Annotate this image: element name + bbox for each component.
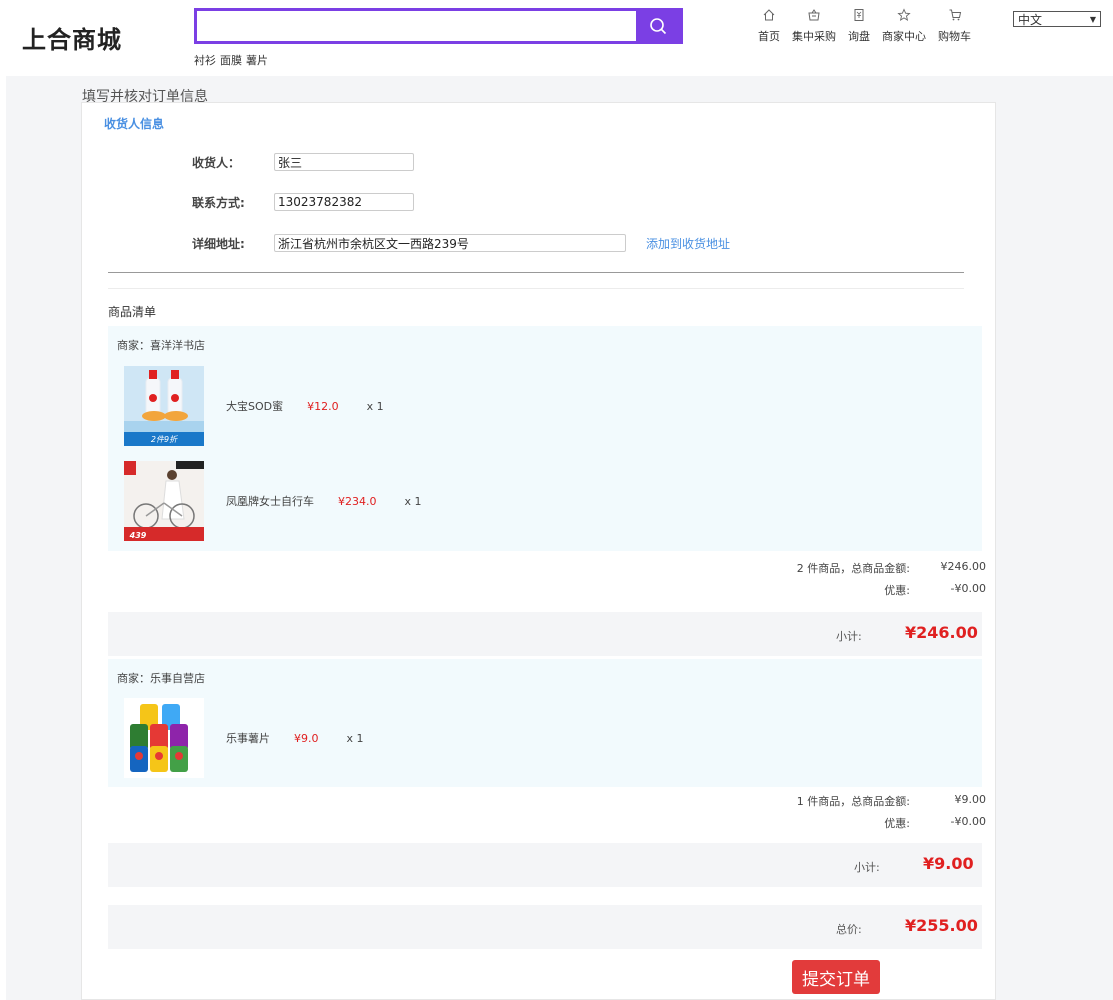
- product-quantity: x 1: [366, 399, 384, 413]
- receiver-address-label: 详细地址:: [192, 236, 245, 251]
- subtotal-value: ¥9.00: [923, 854, 974, 873]
- discount-label: 优惠:: [884, 817, 910, 830]
- goods-count-label: 1 件商品，总商品金额:: [796, 795, 910, 808]
- inquiry-icon: [854, 9, 864, 21]
- shop-block: 商家：乐事自营店 乐事薯片 ¥9.0 x 1: [108, 659, 982, 787]
- shop-goods-total: 1 件商品，总商品金额: ¥9.00: [797, 793, 986, 809]
- top-nav: 首页 集中采购 询盘 商家中心 购物车: [758, 8, 983, 44]
- divider: [108, 272, 964, 273]
- shop-goods-total: 2 件商品，总商品金额: ¥246.00: [797, 560, 986, 576]
- subtotal-label: 小计:: [854, 861, 880, 874]
- submit-order-button[interactable]: 提交订单: [792, 960, 880, 994]
- shop-subtotal-bar: 小计: ¥246.00: [108, 612, 982, 656]
- hot-word[interactable]: 面膜: [220, 54, 242, 67]
- subtotal-value: ¥246.00: [905, 623, 978, 642]
- goods-total-value: ¥246.00: [940, 560, 987, 573]
- product-name[interactable]: 凤凰牌女士自行车: [226, 493, 314, 509]
- hot-search-words: 衬衫 面膜 薯片: [194, 52, 272, 68]
- goods-count-label: 2 件商品，总商品金额:: [796, 562, 910, 575]
- shop-discount: 优惠: -¥0.00: [884, 815, 986, 831]
- search-box: [194, 8, 683, 44]
- product-price: ¥234.0: [338, 494, 377, 508]
- subtotal-label: 小计:: [836, 630, 862, 643]
- order-panel: 收货人信息 收货人： 联系方式: 详细地址: 添加到收货地址 商品清单 商家：喜…: [81, 102, 996, 1000]
- home-icon: [763, 9, 775, 21]
- site-logo[interactable]: 上合商城: [22, 20, 122, 55]
- cart-icon: [949, 9, 961, 21]
- product-image-caption: 2件9折: [151, 435, 178, 444]
- language-value: 中文: [1018, 12, 1043, 27]
- language-select[interactable]: 中文 ▼: [1013, 11, 1101, 27]
- discount-label: 优惠:: [884, 584, 910, 597]
- search-input[interactable]: [197, 11, 637, 41]
- goods-list-title: 商品清单: [108, 305, 157, 319]
- product-name[interactable]: 大宝SOD蜜: [226, 398, 283, 414]
- nav-label: 商家中心: [882, 30, 926, 43]
- receiver-phone-input[interactable]: [274, 193, 414, 211]
- nav-label: 询盘: [848, 30, 870, 43]
- product-quantity: x 1: [404, 494, 422, 508]
- nav-group-buy[interactable]: 集中采购: [792, 8, 836, 44]
- receiver-section-title: 收货人信息: [104, 117, 165, 131]
- receiver-name-row: 收货人：: [192, 153, 414, 171]
- receiver-name-label: 收货人：: [192, 155, 241, 170]
- shop-name: 商家：乐事自营店: [117, 672, 205, 685]
- grand-total-label: 总价:: [836, 923, 862, 936]
- basket-icon: [808, 9, 820, 21]
- nav-cart[interactable]: 购物车: [938, 8, 971, 44]
- receiver-address-row: 详细地址: 添加到收货地址: [192, 234, 730, 252]
- nav-inquiry[interactable]: 询盘: [848, 8, 870, 44]
- discount-value: -¥0.00: [950, 582, 986, 595]
- nav-home[interactable]: 首页: [758, 8, 780, 44]
- receiver-name-input[interactable]: [274, 153, 414, 171]
- product-row: 439 凤凰牌女士自行车 ¥234.0 x 1: [124, 461, 422, 541]
- product-image-caption: 439: [129, 531, 147, 540]
- receiver-phone-row: 联系方式:: [192, 193, 414, 211]
- grand-total-bar: 总价: ¥255.00: [108, 905, 982, 949]
- receiver-address-input[interactable]: [274, 234, 626, 252]
- product-row: 乐事薯片 ¥9.0 x 1: [124, 698, 364, 778]
- product-image[interactable]: [124, 698, 204, 778]
- goods-total-value: ¥9.00: [954, 793, 987, 806]
- grand-total-value: ¥255.00: [905, 916, 978, 935]
- product-image[interactable]: 2件9折: [124, 366, 204, 446]
- main-area: 填写并核对订单信息 收货人信息 收货人： 联系方式: 详细地址: 添加到收货地址…: [6, 76, 1113, 1000]
- receiver-phone-label: 联系方式:: [192, 195, 245, 210]
- header: 上合商城 衬衫 面膜 薯片 首页 集中采购 询盘 商家中心 购物车 中文 ▼: [0, 0, 1113, 76]
- shop-discount: 优惠: -¥0.00: [884, 582, 986, 598]
- hot-word[interactable]: 衬衫: [194, 54, 216, 67]
- product-quantity: x 1: [346, 731, 364, 745]
- nav-label: 购物车: [938, 30, 971, 43]
- star-icon: [897, 8, 911, 21]
- divider: [108, 288, 964, 289]
- shop-subtotal-bar: 小计: ¥9.00: [108, 843, 982, 887]
- nav-label: 首页: [758, 30, 780, 43]
- shop-block: 商家：喜洋洋书店 2件9折 大宝SOD蜜 ¥12.0 x 1 439 凤凰牌女士…: [108, 326, 982, 551]
- search-icon: [650, 18, 667, 35]
- add-to-address-link[interactable]: 添加到收货地址: [646, 235, 730, 252]
- dropdown-arrow-icon: ▼: [1089, 14, 1096, 24]
- product-name[interactable]: 乐事薯片: [226, 730, 270, 746]
- product-price: ¥9.0: [294, 731, 319, 745]
- shop-name: 商家：喜洋洋书店: [117, 339, 205, 352]
- product-image[interactable]: 439: [124, 461, 204, 541]
- product-price: ¥12.0: [307, 399, 339, 413]
- product-row: 2件9折 大宝SOD蜜 ¥12.0 x 1: [124, 366, 384, 446]
- search-button[interactable]: [636, 11, 680, 41]
- discount-value: -¥0.00: [950, 815, 986, 828]
- hot-word[interactable]: 薯片: [246, 54, 268, 67]
- nav-label: 集中采购: [792, 30, 836, 43]
- nav-merchant-center[interactable]: 商家中心: [882, 8, 926, 44]
